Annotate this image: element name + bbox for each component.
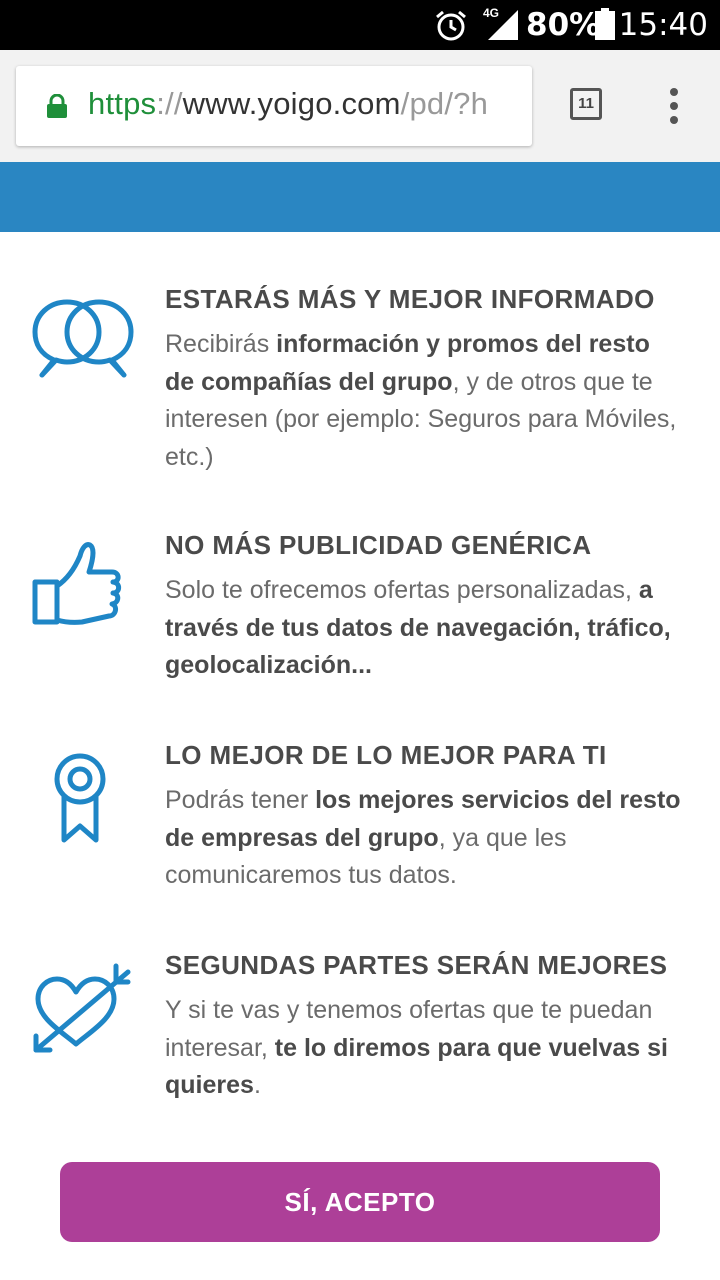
clock: 15:40 xyxy=(618,7,708,43)
address-bar[interactable]: https://www.yoigo.com/pd/?h xyxy=(16,66,532,146)
overflow-menu-icon[interactable] xyxy=(664,88,684,128)
accept-button[interactable]: SÍ, ACEPTO xyxy=(60,1162,660,1242)
battery-percent: 80% xyxy=(526,7,601,43)
browser-toolbar: https://www.yoigo.com/pd/?h 11 xyxy=(0,50,720,162)
header-banner xyxy=(0,162,720,232)
status-bar: 4G 80% 15:40 xyxy=(0,0,720,50)
tab-switcher-button[interactable]: 11 xyxy=(570,88,602,120)
network-type: 4G xyxy=(483,6,500,20)
chat-bubbles-icon xyxy=(32,294,134,389)
award-ribbon-icon xyxy=(50,752,110,849)
battery-icon xyxy=(595,8,615,45)
benefit-title: LO MEJOR DE LO MEJOR PARA TI xyxy=(165,740,607,770)
benefit-text: Solo te ofrecemos ofertas personalizadas… xyxy=(165,576,671,679)
alarm-icon xyxy=(434,9,468,48)
benefit-title: NO MÁS PUBLICIDAD GENÉRICA xyxy=(165,530,592,560)
benefit-text: Recibirás información y promos del resto… xyxy=(165,330,677,471)
heart-arrow-icon xyxy=(32,962,132,1063)
url-text: https://www.yoigo.com/pd/?h xyxy=(88,86,489,121)
benefit-title: SEGUNDAS PARTES SERÁN MEJORES xyxy=(165,950,668,980)
benefit-text: Podrás tener los mejores servicios del r… xyxy=(165,786,681,889)
lock-icon xyxy=(46,93,68,123)
benefit-title: ESTARÁS MÁS Y MEJOR INFORMADO xyxy=(165,284,655,314)
benefit-text: Y si te vas y tenemos ofertas que te pue… xyxy=(165,996,668,1099)
thumbs-up-icon xyxy=(32,540,124,633)
